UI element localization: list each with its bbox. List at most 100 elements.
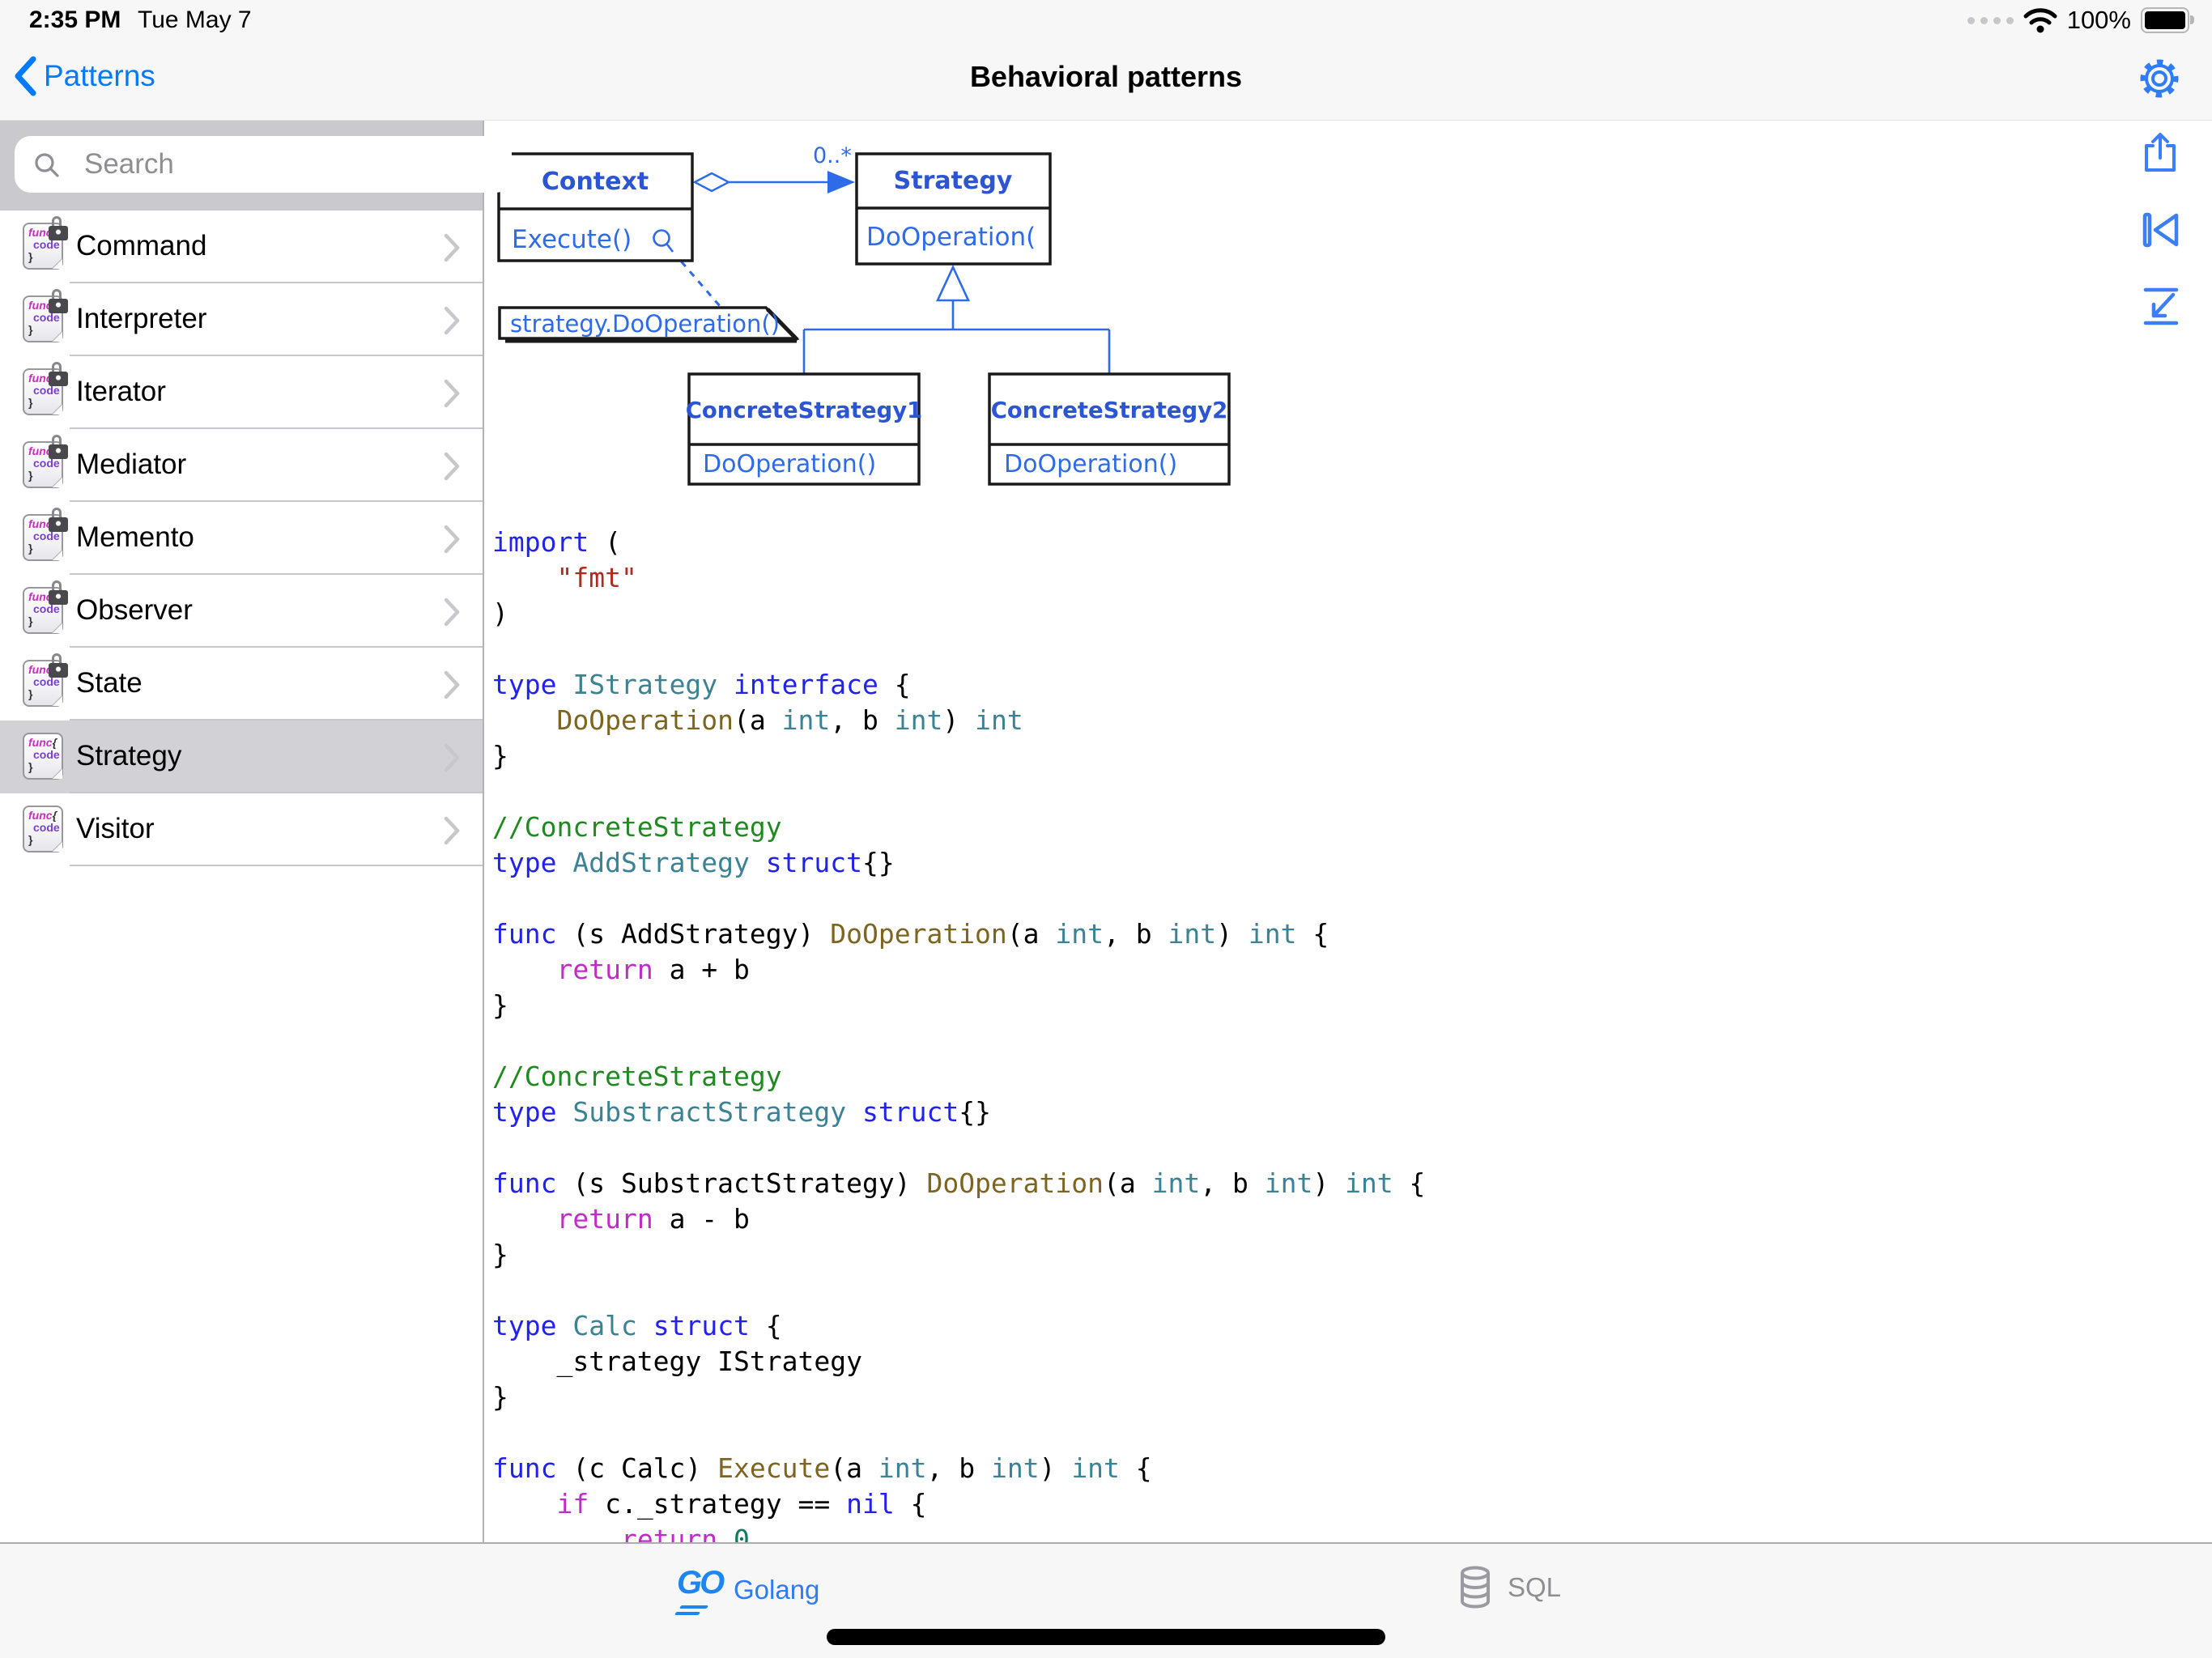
database-icon	[1456, 1565, 1495, 1610]
chevron-right-icon	[442, 451, 462, 482]
page-fold	[52, 331, 62, 342]
cellular-dots-icon	[1967, 17, 2014, 24]
code-line: type SubstractStrategy struct{}	[492, 1095, 1425, 1130]
pattern-label: Strategy	[76, 740, 181, 772]
sidebar: func code } Command func code } Interpre…	[0, 120, 484, 1542]
settings-button[interactable]	[2138, 57, 2181, 100]
code-line	[492, 1130, 1425, 1166]
sidebar-item-state[interactable]: func code } State	[0, 648, 483, 721]
code-line: _strategy IStrategy	[492, 1344, 1425, 1380]
code-line: type AddStrategy struct{}	[492, 845, 1425, 881]
lock-icon	[49, 362, 68, 386]
code-line	[492, 631, 1425, 667]
tab-golang[interactable]: GO Golang	[677, 1565, 819, 1615]
lock-icon	[49, 289, 68, 313]
collapse-down-left-icon	[2139, 285, 2181, 327]
code-document-icon: func code }	[23, 368, 63, 415]
code-line: }	[492, 988, 1425, 1023]
sidebar-item-mediator[interactable]: func code } Mediator	[0, 429, 483, 502]
note-text: strategy.DoOperation()	[510, 310, 780, 338]
code-document-icon: func code }	[23, 587, 63, 634]
sidebar-item-memento[interactable]: func code } Memento	[0, 502, 483, 575]
code-document-icon: func{ code }	[23, 733, 63, 780]
page-fold	[52, 477, 62, 487]
chevron-right-icon	[442, 742, 462, 773]
gear-icon	[2138, 57, 2181, 100]
top-chrome: 2:35 PM Tue May 7 100% Patterns Behavior…	[0, 0, 2212, 121]
code-line: return a + b	[492, 952, 1425, 988]
sidebar-item-strategy[interactable]: func{ code } Strategy	[0, 721, 483, 793]
page-fold	[52, 841, 62, 852]
status-time: 2:35 PM	[29, 6, 121, 34]
pattern-label: State	[76, 667, 143, 699]
class-name: ConcreteStrategy2	[991, 397, 1228, 423]
code-document-icon: func{ code }	[23, 806, 63, 852]
code-line: }	[492, 1380, 1425, 1415]
code-block[interactable]: import ( "fmt") type IStrategy interface…	[492, 525, 1425, 1542]
class-name: Strategy	[894, 167, 1013, 195]
sidebar-item-observer[interactable]: func code } Observer	[0, 575, 483, 648]
lock-icon	[49, 508, 68, 532]
pattern-label: Memento	[76, 521, 194, 554]
chevron-right-icon	[442, 670, 462, 700]
sidebar-item-command[interactable]: func code } Command	[0, 210, 483, 283]
sidebar-item-iterator[interactable]: func code } Iterator	[0, 356, 483, 429]
status-date: Tue May 7	[138, 6, 252, 34]
code-line: //ConcreteStrategy	[492, 810, 1425, 845]
wifi-icon	[2023, 6, 2057, 34]
class-member: DoOperation(	[866, 223, 1036, 252]
sidebar-item-interpreter[interactable]: func code } Interpreter	[0, 283, 483, 356]
share-icon	[2139, 131, 2181, 173]
aggregation-diamond	[695, 173, 729, 191]
code-line: return a - b	[492, 1201, 1425, 1237]
lock-icon	[49, 435, 68, 459]
code-line	[492, 774, 1425, 810]
uml-diagram: 0..* Context Execute() Strategy DoOperat…	[486, 120, 1304, 508]
status-right-cluster: 100%	[1967, 5, 2189, 36]
battery-icon	[2141, 7, 2189, 33]
class-name: Context	[542, 168, 649, 196]
search-input[interactable]	[15, 136, 512, 193]
code-line: return 0	[492, 1522, 1425, 1542]
search-header	[0, 120, 483, 210]
class-box-concretestrategy2: ConcreteStrategy2 DoOperation()	[989, 374, 1229, 484]
pattern-label: Interpreter	[76, 303, 206, 335]
page-fold	[52, 550, 62, 560]
home-indicator[interactable]	[827, 1629, 1385, 1645]
chevron-right-icon	[442, 597, 462, 627]
arrow-head	[827, 171, 855, 193]
pattern-label: Observer	[76, 594, 193, 627]
golang-logo-icon: GO	[677, 1565, 721, 1615]
page-fold	[52, 258, 62, 269]
chevron-right-icon	[442, 815, 462, 846]
code-line: import (	[492, 525, 1425, 560]
lock-icon	[49, 580, 68, 605]
code-line: func (s SubstractStrategy) DoOperation(a…	[492, 1166, 1425, 1201]
battery-percent-label: 100%	[2067, 6, 2131, 35]
pattern-label: Mediator	[76, 449, 186, 481]
skip-to-start-button[interactable]	[2139, 209, 2181, 251]
skip-to-start-icon	[2139, 209, 2181, 251]
sidebar-item-visitor[interactable]: func{ code } Visitor	[0, 793, 483, 866]
code-line: type Calc struct {	[492, 1308, 1425, 1344]
pattern-label: Iterator	[76, 376, 166, 408]
pattern-label: Visitor	[76, 813, 155, 845]
code-line: type IStrategy interface {	[492, 667, 1425, 703]
share-button[interactable]	[2139, 131, 2181, 173]
collapse-down-left-button[interactable]	[2139, 285, 2181, 327]
class-member: Execute()	[512, 225, 632, 254]
code-line: }	[492, 1237, 1425, 1273]
code-document-icon: func code }	[23, 514, 63, 561]
tab-sql[interactable]: SQL	[1456, 1565, 1561, 1610]
code-line	[492, 1273, 1425, 1308]
pattern-detail-pane[interactable]: 0..* Context Execute() Strategy DoOperat…	[486, 120, 2212, 1542]
code-line	[492, 881, 1425, 916]
page-fold	[52, 623, 62, 633]
class-name: ConcreteStrategy1	[686, 397, 923, 423]
code-line: func (c Calc) Execute(a int, b int) int …	[492, 1451, 1425, 1486]
chevron-right-icon	[442, 305, 462, 336]
inheritance-triangle	[938, 267, 968, 300]
tab-label: SQL	[1508, 1572, 1561, 1603]
note-box: strategy.DoOperation()	[500, 308, 798, 341]
pattern-list: func code } Command func code } Interpre…	[0, 210, 483, 866]
